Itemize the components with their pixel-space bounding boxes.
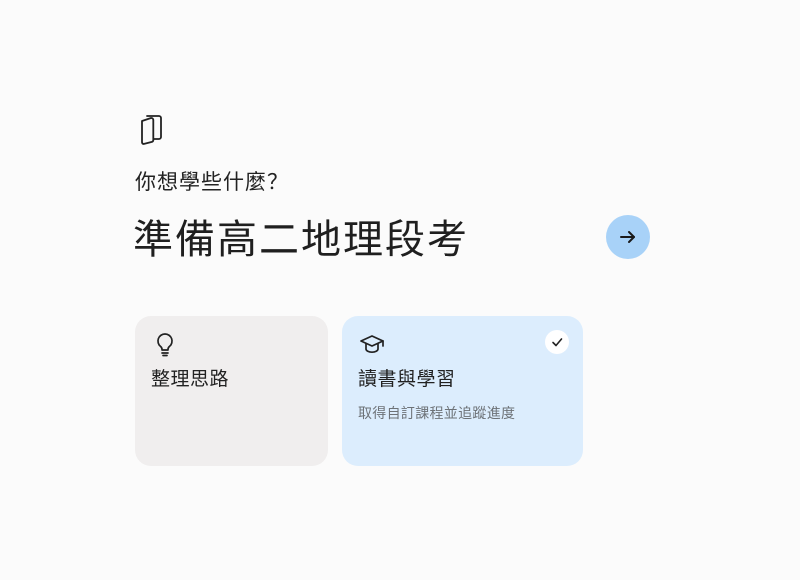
learning-topic-input[interactable] <box>133 208 593 264</box>
submit-button[interactable] <box>606 215 650 259</box>
prompt-question: 你想學些什麼？ <box>135 170 289 194</box>
learning-goal-page: 你想學些什麼？ 整理思路 讀書與學習 取得自 <box>0 0 800 580</box>
lightbulb-icon <box>151 330 179 358</box>
option-title: 讀書與學習 <box>358 368 456 390</box>
document-icon <box>138 113 164 145</box>
checkmark-icon <box>551 336 563 348</box>
graduation-cap-icon <box>358 330 386 358</box>
arrow-right-icon <box>618 227 638 247</box>
option-description: 取得自訂課程並追蹤進度 <box>358 406 516 422</box>
selected-badge <box>545 330 569 354</box>
option-title: 整理思路 <box>151 368 230 390</box>
option-card-study-and-learn[interactable]: 讀書與學習 取得自訂課程並追蹤進度 <box>342 316 583 466</box>
option-card-organize-thoughts[interactable]: 整理思路 <box>135 316 328 466</box>
